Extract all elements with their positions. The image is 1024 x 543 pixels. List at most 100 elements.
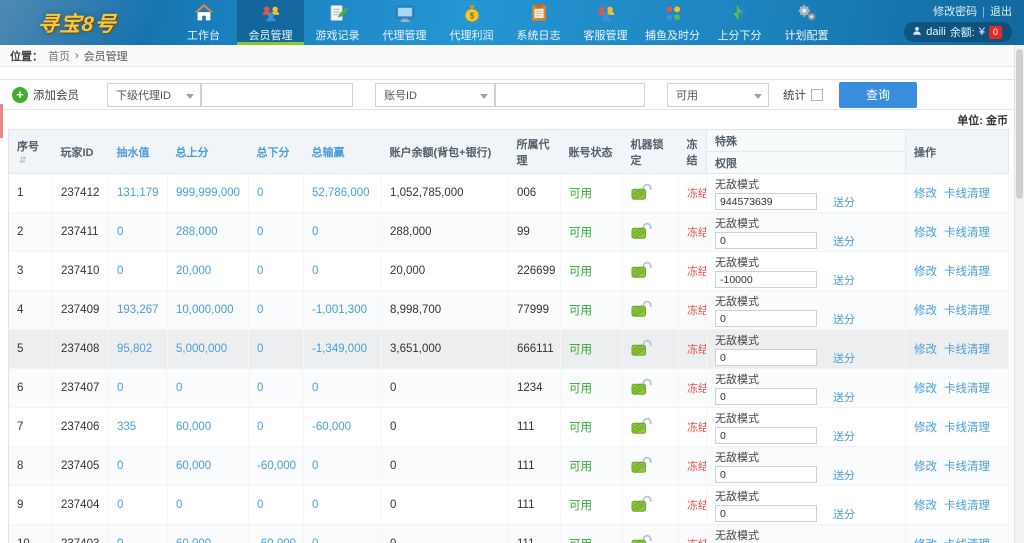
nav-item-up-down-score[interactable]: 上分下分 xyxy=(706,0,773,45)
scrollbar-thumb[interactable] xyxy=(1016,49,1023,199)
edit-link[interactable]: 修改 xyxy=(914,188,937,200)
edit-link[interactable]: 修改 xyxy=(914,422,937,434)
send-score-link[interactable]: 送分 xyxy=(833,194,855,210)
breadcrumb-separator: › xyxy=(75,50,79,62)
agent-id-input[interactable] xyxy=(201,83,353,107)
col-pump[interactable]: 抽水值 xyxy=(109,130,168,174)
col-total-up[interactable]: 总上分 xyxy=(168,130,249,174)
edit-link[interactable]: 修改 xyxy=(914,305,937,317)
unlock-icon[interactable] xyxy=(631,339,652,359)
edit-link[interactable]: 修改 xyxy=(914,266,937,278)
clear-line-link[interactable]: 卡线清理 xyxy=(944,500,990,512)
score-input[interactable] xyxy=(715,271,817,288)
col-agent: 所属代理 xyxy=(509,130,561,174)
special-mode-label: 无敌模式 xyxy=(715,293,897,309)
change-password-link[interactable]: 修改密码 xyxy=(933,6,977,18)
special-cell: 无敌模式送分 xyxy=(707,408,906,447)
add-member-button[interactable]: + 添加会员 xyxy=(8,83,89,107)
nav-item-workbench[interactable]: 工作台 xyxy=(170,0,237,45)
clear-line-link[interactable]: 卡线清理 xyxy=(944,305,990,317)
account-status: 可用 xyxy=(561,525,623,543)
pump-value: 0 xyxy=(109,369,168,408)
edit-link[interactable]: 修改 xyxy=(914,500,937,512)
edit-link[interactable]: 修改 xyxy=(914,539,937,543)
logout-link[interactable]: 退出 xyxy=(990,6,1012,18)
clear-line-link[interactable]: 卡线清理 xyxy=(944,188,990,200)
freeze-link[interactable]: 冻结 xyxy=(687,539,707,543)
clear-line-link[interactable]: 卡线清理 xyxy=(944,422,990,434)
unlock-icon[interactable] xyxy=(631,261,652,281)
members-icon xyxy=(260,2,282,24)
score-input[interactable] xyxy=(715,232,817,249)
stats-checkbox[interactable] xyxy=(811,89,823,101)
edit-link[interactable]: 修改 xyxy=(914,227,937,239)
nav-item-game-records[interactable]: 游戏记录 xyxy=(304,0,371,45)
nav-item-agent-profit[interactable]: $代理利润 xyxy=(438,0,505,45)
table-row: 523740895,8025,000,0000-1,349,0003,651,0… xyxy=(9,330,1009,369)
send-score-link[interactable]: 送分 xyxy=(833,233,855,249)
freeze-link[interactable]: 冻结 xyxy=(687,227,707,239)
freeze-link[interactable]: 冻结 xyxy=(687,422,707,434)
send-score-link[interactable]: 送分 xyxy=(833,467,855,483)
clear-line-link[interactable]: 卡线清理 xyxy=(944,266,990,278)
nav-item-plan-config[interactable]: 计划配置 xyxy=(773,0,840,45)
clear-line-link[interactable]: 卡线清理 xyxy=(944,383,990,395)
status-select[interactable]: 可用 xyxy=(667,83,769,107)
send-score-link[interactable]: 送分 xyxy=(833,389,855,405)
freeze-link[interactable]: 冻结 xyxy=(687,305,707,317)
nav-item-agent-mgmt[interactable]: 代理管理 xyxy=(371,0,438,45)
freeze-link[interactable]: 冻结 xyxy=(687,344,707,356)
clear-line-link[interactable]: 卡线清理 xyxy=(944,461,990,473)
nav-item-service-mgmt[interactable]: 客服管理 xyxy=(572,0,639,45)
col-index[interactable]: 序号⇵ xyxy=(9,130,53,174)
freeze-link[interactable]: 冻结 xyxy=(687,500,707,512)
col-special: 特殊 xyxy=(707,130,906,152)
clear-line-link[interactable]: 卡线清理 xyxy=(944,227,990,239)
col-total-down[interactable]: 总下分 xyxy=(249,130,304,174)
freeze-link[interactable]: 冻结 xyxy=(687,266,707,278)
score-input[interactable] xyxy=(715,466,817,483)
account-id-input[interactable] xyxy=(495,83,645,107)
unlock-icon[interactable] xyxy=(631,456,652,476)
account-id-select[interactable]: 账号ID xyxy=(375,83,495,107)
score-input[interactable] xyxy=(715,193,817,210)
clear-line-link[interactable]: 卡线清理 xyxy=(944,344,990,356)
score-input[interactable] xyxy=(715,349,817,366)
table-row: 10237403060,000-60,00000111可用冻结无敌模式送分修改卡… xyxy=(9,525,1009,543)
score-input[interactable] xyxy=(715,505,817,522)
nav-item-fishing-score[interactable]: 捕鱼及时分 xyxy=(639,0,706,45)
send-score-link[interactable]: 送分 xyxy=(833,506,855,522)
unlock-icon[interactable] xyxy=(631,378,652,398)
score-input[interactable] xyxy=(715,388,817,405)
unlock-icon[interactable] xyxy=(631,183,652,203)
send-score-link[interactable]: 送分 xyxy=(833,311,855,327)
agent-id-select[interactable]: 下级代理ID xyxy=(107,83,201,107)
unlock-icon[interactable] xyxy=(631,300,652,320)
freeze-link[interactable]: 冻结 xyxy=(687,461,707,473)
edit-link[interactable]: 修改 xyxy=(914,344,937,356)
freeze-link[interactable]: 冻结 xyxy=(687,383,707,395)
breadcrumb-home[interactable]: 首页 xyxy=(48,48,70,64)
clear-line-link[interactable]: 卡线清理 xyxy=(944,539,990,543)
send-score-link[interactable]: 送分 xyxy=(833,272,855,288)
freeze-link[interactable]: 冻结 xyxy=(687,188,707,200)
send-score-link[interactable]: 送分 xyxy=(833,350,855,366)
unlock-icon[interactable] xyxy=(631,534,652,543)
account-status: 可用 xyxy=(561,486,623,525)
unlock-icon[interactable] xyxy=(631,417,652,437)
send-score-link[interactable]: 送分 xyxy=(833,428,855,444)
player-id: 237406 xyxy=(53,408,109,447)
special-mode-label: 无敌模式 xyxy=(715,254,897,270)
score-input[interactable] xyxy=(715,427,817,444)
col-total-win[interactable]: 总输赢 xyxy=(304,130,382,174)
total-down-value: -60,000 xyxy=(249,525,304,543)
unlock-icon[interactable] xyxy=(631,495,652,515)
total-up-value: 60,000 xyxy=(168,447,249,486)
nav-item-system-log[interactable]: 系统日志 xyxy=(505,0,572,45)
edit-link[interactable]: 修改 xyxy=(914,461,937,473)
edit-link[interactable]: 修改 xyxy=(914,383,937,395)
search-button[interactable]: 查询 xyxy=(839,82,917,108)
nav-item-member-mgmt[interactable]: 会员管理 xyxy=(237,0,304,45)
score-input[interactable] xyxy=(715,310,817,327)
unlock-icon[interactable] xyxy=(631,222,652,242)
